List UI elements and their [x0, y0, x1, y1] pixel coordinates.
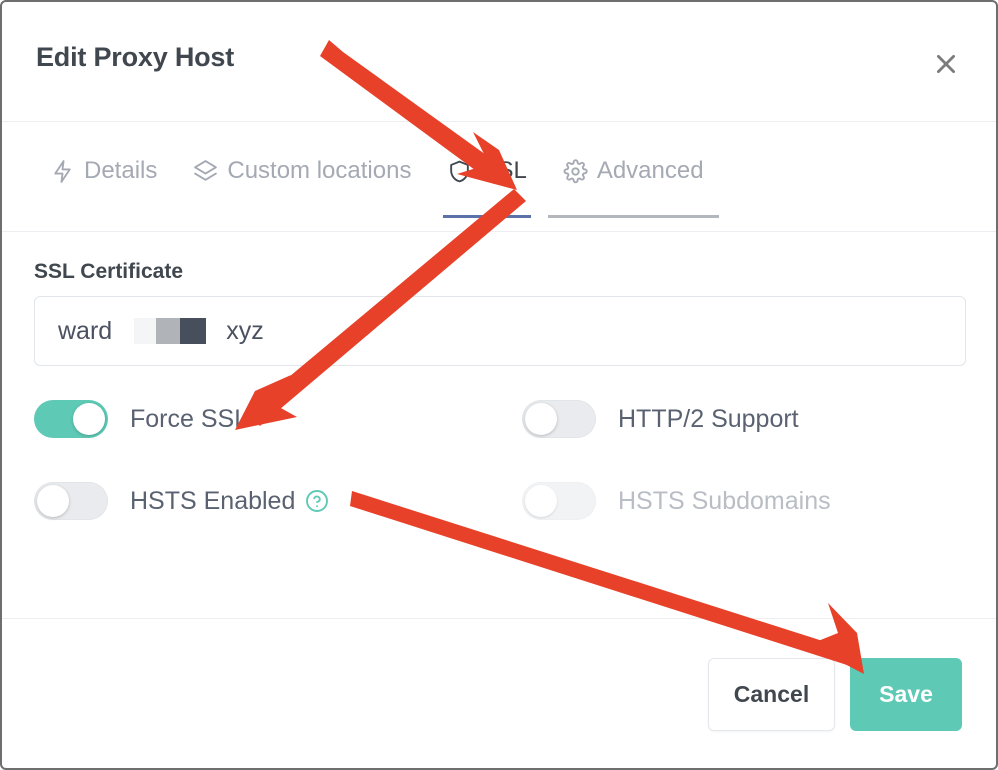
hsts-enabled-toggle[interactable] — [34, 482, 108, 520]
edit-proxy-host-dialog: Edit Proxy Host Details Custom locations… — [0, 0, 998, 770]
ssl-certificate-label: SSL Certificate — [34, 260, 183, 283]
zap-icon — [50, 159, 75, 184]
hsts-subdomains-label: HSTS Subdomains — [618, 487, 831, 516]
certificate-text-before: ward — [58, 316, 113, 345]
tab-label: Custom locations — [227, 157, 412, 184]
active-tab-indicator — [443, 215, 531, 218]
ssl-panel: SSL Certificate ward xyz Force SSL HTTP/… — [2, 232, 996, 619]
close-button[interactable] — [930, 48, 962, 80]
save-button[interactable]: Save — [850, 658, 962, 731]
help-circle-icon[interactable] — [305, 489, 329, 513]
layers-icon — [193, 159, 218, 184]
shield-icon — [447, 159, 472, 184]
dialog-header: Edit Proxy Host — [2, 2, 996, 122]
dialog-footer: Cancel Save — [2, 619, 996, 761]
cancel-button[interactable]: Cancel — [708, 658, 835, 731]
hsts-subdomains-toggle[interactable] — [522, 482, 596, 520]
http2-support-row: HTTP/2 Support — [522, 400, 799, 438]
http2-support-label: HTTP/2 Support — [618, 405, 799, 434]
switch-label-text: HSTS Subdomains — [618, 486, 831, 515]
switch-label-text: HTTP/2 Support — [618, 404, 799, 433]
hsts-enabled-label: HSTS Enabled — [130, 487, 329, 516]
force-ssl-label: Force SSL — [130, 405, 248, 434]
tab-details[interactable]: Details — [32, 146, 175, 196]
force-ssl-row: Force SSL — [34, 400, 248, 438]
tab-label: Advanced — [596, 157, 704, 184]
tab-ssl[interactable]: SSL — [429, 146, 544, 218]
switch-label-text: HSTS Enabled — [130, 486, 296, 515]
force-ssl-toggle[interactable] — [34, 400, 108, 438]
tab-advanced[interactable]: Advanced — [545, 146, 722, 218]
switch-label-text: Force SSL — [130, 404, 249, 433]
certificate-text-after: xyz — [226, 316, 264, 345]
ssl-certificate-select[interactable]: ward xyz — [34, 296, 966, 366]
hsts-subdomains-row: HSTS Subdomains — [522, 482, 831, 520]
tab-label: SSL — [481, 157, 527, 184]
page-title: Edit Proxy Host — [36, 42, 235, 72]
tab-label: Details — [84, 157, 158, 184]
hsts-enabled-row: HSTS Enabled — [34, 482, 329, 520]
redaction-block — [134, 318, 207, 344]
ssl-certificate-value: ward xyz — [35, 317, 264, 346]
tab-indicator — [547, 215, 719, 218]
http2-support-toggle[interactable] — [522, 400, 596, 438]
tab-bar: Details Custom locations SSL Advanced — [2, 122, 996, 232]
gear-icon — [563, 158, 588, 184]
close-icon — [933, 51, 959, 77]
tab-custom-locations[interactable]: Custom locations — [175, 146, 429, 196]
